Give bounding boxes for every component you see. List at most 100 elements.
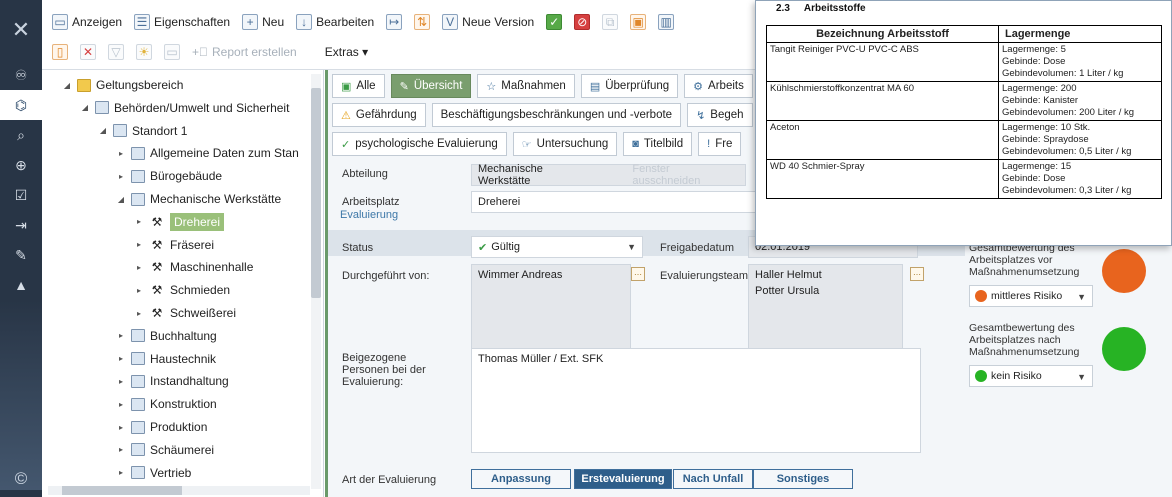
reject-button[interactable]: ⊘: [574, 14, 591, 30]
tab[interactable]: ✓ psychologische Evaluierung: [332, 132, 507, 156]
doc-add-icon[interactable]: ▯: [52, 44, 68, 60]
tree-item[interactable]: ▸ Schäumerei: [116, 439, 214, 461]
tab[interactable]: ▣ Alle: [332, 74, 385, 98]
zoom-search-icon[interactable]: ⊕: [0, 150, 42, 180]
tree-item-label: Fräserei: [170, 237, 215, 252]
tab[interactable]: ☆ Maßnahmen: [477, 74, 575, 98]
tab-icon: ▣: [341, 80, 352, 93]
tree-toggle-icon[interactable]: ◢: [116, 195, 126, 204]
tree-item[interactable]: ▸ Produktion: [116, 416, 207, 438]
tab[interactable]: Beschäftigungsbeschränkungen und -verbot…: [431, 103, 682, 127]
node-icon: [131, 397, 145, 411]
bulb-icon[interactable]: ☀: [136, 44, 152, 60]
risk-before-select[interactable]: mittleres Risiko ▼: [969, 285, 1093, 307]
tab[interactable]: ☞ Untersuchung: [512, 132, 618, 156]
doc-icon[interactable]: ▭: [164, 44, 180, 60]
view-button[interactable]: ▭ Anzeigen: [52, 14, 122, 30]
tree-toggle-icon[interactable]: ▸: [134, 263, 144, 272]
tree-item[interactable]: ▸ Vertrieb: [116, 462, 191, 484]
tab-label: Begeh: [710, 109, 744, 121]
tree-toggle-icon[interactable]: ▸: [134, 309, 144, 318]
tree-toggle-icon[interactable]: ▸: [116, 468, 126, 477]
edit-button[interactable]: ↓ Bearbeiten: [296, 14, 374, 30]
tree-toggle-icon[interactable]: ▸: [134, 286, 144, 295]
import-icon[interactable]: ⇥: [0, 210, 42, 240]
tab[interactable]: ▤ Überprüfung: [580, 74, 679, 98]
navigation-tree: ◢ Geltungsbereich ◢ Behörden/Umwelt und Sic…: [42, 70, 324, 497]
checklist-icon[interactable]: ☑: [0, 180, 42, 210]
tab[interactable]: ⚙ Arbeits: [684, 74, 753, 98]
tree-item[interactable]: ▸ ⚒ Schmieden: [134, 279, 230, 301]
tree-toggle-icon[interactable]: ▸: [116, 445, 126, 454]
storage-line: Lagermenge: 200: [1002, 83, 1077, 94]
table-row: Aceton Lagermenge: 10 Stk. Gebinde: Sprayd…: [766, 120, 1162, 160]
extras-menu[interactable]: Extras ▾: [325, 45, 368, 59]
tree-item[interactable]: ▸ Instandhaltung: [116, 370, 229, 392]
new-button[interactable]: + Neu: [242, 14, 284, 30]
status-select[interactable]: ✔ Gültig ▼: [471, 236, 643, 258]
copy-button[interactable]: ⧉: [602, 14, 619, 30]
properties-button[interactable]: ☰ Eigenschaften: [134, 14, 230, 30]
tree-hscroll-thumb[interactable]: [62, 486, 182, 495]
tree-toggle-icon[interactable]: ▸: [116, 354, 126, 363]
tree-toggle-icon[interactable]: ▸: [134, 217, 144, 226]
tree-scroll-thumb[interactable]: [311, 88, 321, 298]
tree-toggle-icon[interactable]: ▸: [116, 172, 126, 181]
tree-toggle-icon[interactable]: ▸: [116, 400, 126, 409]
tree-toggle-icon[interactable]: ▸: [116, 377, 126, 386]
team-lookup-button[interactable]: ⋯: [910, 267, 924, 281]
tab[interactable]: ! Fre: [698, 132, 742, 156]
tab[interactable]: ⚠ Gefährdung: [332, 103, 426, 127]
chart-button[interactable]: ▥: [658, 14, 675, 30]
fenster-ausschneiden-label[interactable]: Fenster ausschneiden: [632, 163, 739, 187]
tree-item[interactable]: ▸ ⚒ Fräserei: [134, 234, 214, 256]
tree-item[interactable]: ◢ Behörden/Umwelt und Sicherheit: [80, 97, 290, 119]
tab[interactable]: ↯ Begeh: [687, 103, 753, 127]
tree-item[interactable]: ▸ ⚒ Dreherei: [134, 211, 225, 233]
tree-item[interactable]: ▸ Buchhaltung: [116, 325, 217, 347]
tree-toggle-icon[interactable]: ◢: [98, 126, 108, 135]
approve-button[interactable]: ✓: [546, 14, 563, 30]
tab-icon: ⚙: [693, 80, 704, 93]
graduation-icon[interactable]: ▲: [0, 270, 42, 300]
binoculars-icon[interactable]: ♾: [0, 60, 42, 90]
tree-item[interactable]: ▸ ⚒ Maschinenhalle: [134, 256, 253, 278]
tree-toggle-icon[interactable]: ▸: [116, 423, 126, 432]
export-button[interactable]: ↦: [386, 14, 403, 30]
tree-toggle-icon[interactable]: ▸: [134, 240, 144, 249]
tree-item[interactable]: ▸ Bürogebäude: [116, 165, 222, 187]
risk-after-select[interactable]: kein Risiko ▼: [969, 365, 1093, 387]
tree-item[interactable]: ◢ Geltungsbereich: [62, 74, 183, 96]
filter-icon[interactable]: ▽: [108, 44, 124, 60]
substance-name: Aceton: [766, 120, 999, 160]
tree-item[interactable]: ▸ Allgemeine Daten zum Stan: [116, 142, 299, 164]
hierarchy-icon[interactable]: ⌬: [0, 90, 42, 120]
tab[interactable]: ◙ Titelbild: [623, 132, 693, 156]
new-version-button[interactable]: V Neue Version: [442, 14, 534, 30]
tree-toggle-icon[interactable]: ◢: [62, 81, 72, 90]
art-option-button[interactable]: Erstevaluierung: [574, 469, 672, 489]
pen-icon[interactable]: ✎: [0, 240, 42, 270]
tree-item[interactable]: ▸ ⚒ Schweißerei: [134, 302, 236, 324]
tree-item[interactable]: ◢ Standort 1: [98, 120, 187, 142]
art-option-button[interactable]: Nach Unfall: [673, 469, 753, 489]
report-button[interactable]: +⃞ Report erstellen: [192, 45, 297, 59]
tab-icon: ✎: [399, 80, 409, 93]
art-option-button[interactable]: Anpassung: [471, 469, 571, 489]
tree-toggle-icon[interactable]: ▸: [116, 331, 126, 340]
arbeitsplatz-field[interactable]: Dreherei: [471, 191, 771, 213]
beigezogene-field[interactable]: Thomas Müller / Ext. SFK: [471, 348, 921, 453]
tree-item[interactable]: ◢ Mechanische Werkstätte: [116, 188, 281, 210]
durchgefuehrt-field: Wimmer Andreas: [471, 264, 631, 354]
tab[interactable]: ✎ Übersicht: [390, 74, 472, 98]
tree-toggle-icon[interactable]: ▸: [116, 149, 126, 158]
tree-item[interactable]: ▸ Konstruktion: [116, 393, 217, 415]
search-icon[interactable]: ⌕: [0, 120, 42, 150]
doc-delete-icon[interactable]: ✕: [80, 44, 96, 60]
durchgefuehrt-lookup-button[interactable]: ⋯: [631, 267, 645, 281]
paste-button[interactable]: ▣: [630, 14, 647, 30]
tree-toggle-icon[interactable]: ◢: [80, 103, 90, 112]
art-option-button[interactable]: Sonstiges: [753, 469, 853, 489]
sort-button[interactable]: ⇅: [414, 14, 431, 30]
tree-item[interactable]: ▸ Haustechnik: [116, 348, 216, 370]
